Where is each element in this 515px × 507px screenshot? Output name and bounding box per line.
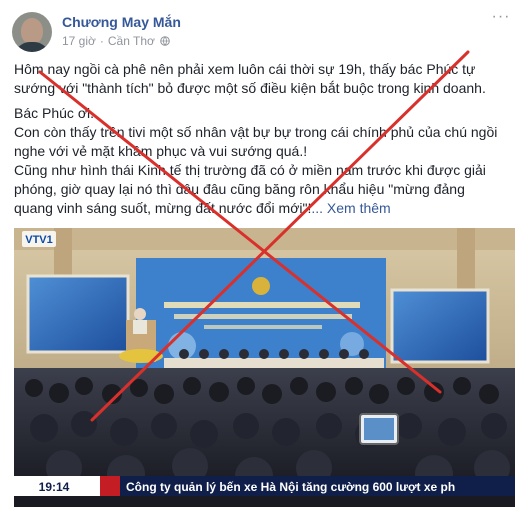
post-time[interactable]: 17 giờ	[62, 34, 96, 48]
post-paragraph: Bác Phúc ơi..	[14, 105, 98, 121]
ticker-headline: Công ty quản lý bến xe Hà Nội tăng cường…	[126, 480, 455, 494]
author-name[interactable]: Chương May Mắn	[62, 14, 181, 30]
meta-separator: ·	[99, 34, 104, 48]
post-paragraph-last: Cũng như hình thái Kinh tế thị trường đã…	[14, 161, 504, 218]
more-options-icon[interactable]: ···	[490, 9, 512, 28]
banner-line	[204, 325, 322, 329]
avatar-face	[21, 18, 43, 44]
banner-line	[164, 302, 360, 308]
speaker-body	[133, 320, 147, 334]
post-body: Hôm nay ngồi cà phê nên phải xem luôn cá…	[14, 60, 504, 218]
post-paragraph: Con còn thấy trên tivi một số nhân vật b…	[14, 124, 498, 159]
speaker-head	[134, 308, 146, 320]
avatar-shirt	[14, 42, 50, 52]
post-paragraph-text: Cũng như hình thái Kinh tế thị trường đã…	[14, 162, 486, 216]
ticker-time: 19:14	[39, 480, 70, 494]
hall-ceiling	[14, 228, 515, 250]
banner-line	[174, 314, 352, 319]
image-bottom	[14, 496, 515, 507]
post-meta: 17 giờ · Cần Thơ	[62, 34, 170, 48]
tablet-screen	[364, 418, 394, 440]
channel-logo-text: VTV1	[25, 234, 53, 246]
ticker-accent	[100, 476, 120, 496]
right-side-screen	[390, 288, 490, 364]
vtv1-logo: VTV1	[22, 231, 56, 247]
see-more-link[interactable]: ... Xem thêm	[311, 200, 390, 216]
post-photo[interactable]: VTV1 19:14 Công ty quản lý bến xe Hà Nội…	[14, 228, 515, 507]
post-location[interactable]: Cần Thơ	[108, 34, 155, 48]
facebook-post: Chương May Mắn 17 giờ · Cần Thơ ··· Hôm …	[0, 0, 515, 507]
left-side-screen	[26, 274, 130, 354]
emblem	[252, 277, 270, 295]
author-avatar[interactable]	[12, 12, 52, 52]
post-paragraph: Hôm nay ngồi cà phê nên phải xem luôn cá…	[14, 61, 486, 96]
tv-screenshot-image: VTV1 19:14 Công ty quản lý bến xe Hà Nội…	[14, 228, 515, 507]
flowers	[119, 349, 163, 363]
globe-icon[interactable]	[160, 36, 170, 46]
